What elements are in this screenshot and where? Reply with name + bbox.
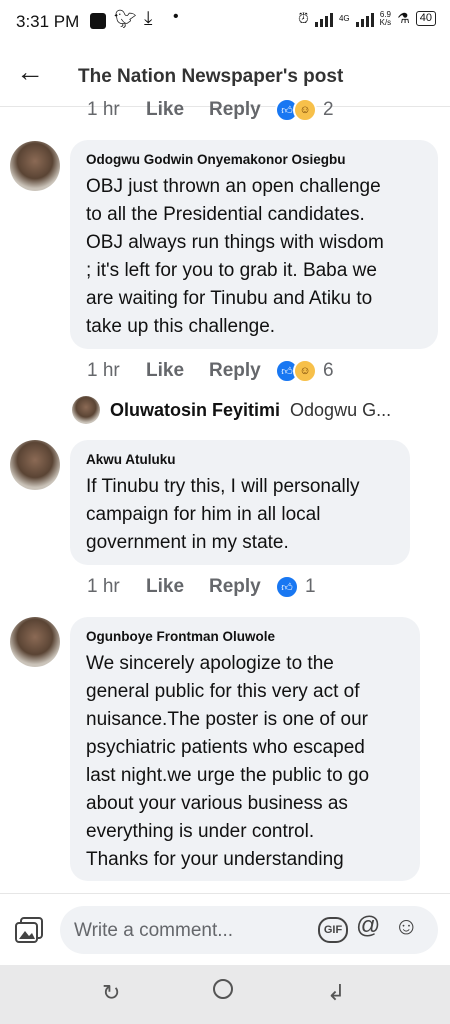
avatar (72, 396, 100, 424)
comment-line: general public for this very act of (86, 681, 360, 702)
comment-bubble: Akwu Atuluku If Tinubu try this, I will … (70, 440, 410, 565)
reply-button[interactable]: Reply (209, 100, 275, 121)
like-button[interactable]: Like (146, 360, 209, 382)
comment-text: OBJ just thrown an open challenge to all… (86, 173, 422, 341)
back-nav-icon[interactable]: ↲ (327, 980, 345, 1006)
signal-icon-2 (355, 11, 374, 27)
reaction-count: 2 (323, 99, 334, 120)
system-nav-bar: ↻ ↲ (0, 965, 450, 1024)
battery-icon: 40 (415, 11, 436, 26)
status-bar: 3:31 PM 🐦︎ ⤓ • ⏰︎ 4G 6.9 K/s ⚗︎ 40 (0, 0, 450, 44)
reactions[interactable]: 👍︎ ☺︎ (275, 100, 317, 122)
comment-line: OBJ always run things with wisdom (86, 232, 384, 253)
comment-author[interactable]: Akwu Atuluku (86, 452, 394, 467)
status-time: 3:31 PM (16, 12, 80, 31)
comment-line: about your various business as (86, 793, 348, 814)
twitter-icon: 🐦︎ (114, 9, 137, 29)
like-button[interactable]: Like (146, 100, 209, 121)
comment-line: Thanks for your understanding (86, 849, 344, 870)
comment-line: campaign for him in all local (86, 504, 321, 525)
comment-time: 1 hr (87, 360, 120, 381)
comment-line: If Tinubu try this, I will personally (86, 476, 360, 497)
network-type: 4G (338, 13, 350, 23)
like-reaction-icon: 👍︎ (275, 575, 299, 599)
reply-button[interactable]: Reply (209, 576, 275, 598)
app-header: ← The Nation Newspaper's post (0, 44, 450, 107)
reply-snippet: Odogwu G... (290, 399, 392, 420)
comment-author[interactable]: Odogwu Godwin Onyemakonor Osiegbu (86, 152, 422, 167)
reply-button[interactable]: Reply (209, 360, 275, 382)
notification-app-icon (90, 13, 106, 29)
comment-line: nuisance.The poster is one of our (86, 709, 369, 730)
download-icon: ⤓ (144, 8, 153, 29)
comment-line: government in my state. (86, 532, 289, 553)
home-icon[interactable] (213, 979, 233, 999)
comment-time: 1 hr (87, 576, 120, 597)
reply-preview[interactable]: Oluwatosin Feyitimi Odogwu G... (72, 396, 432, 424)
comment-bubble: Ogunboye Frontman Oluwole We sincerely a… (70, 617, 420, 881)
comment-author[interactable]: Ogunboye Frontman Oluwole (86, 629, 404, 644)
comment-line: psychiatric patients who escaped (86, 737, 365, 758)
reactions[interactable]: 👍︎ (275, 575, 299, 599)
notification-dot-icon: • (173, 8, 179, 25)
comment-line: everything is under control. (86, 821, 315, 842)
photo-icon[interactable] (14, 916, 44, 944)
avatar[interactable] (10, 617, 60, 667)
comment-actions: 1 hr Like Reply 👍︎ 1 (87, 575, 316, 599)
comment-line: ; it's left for you to grab it. Baba we (86, 260, 377, 281)
status-right-group: ⏰︎ 4G 6.9 K/s ⚗︎ 40 (298, 10, 436, 27)
comment-line: last night.we urge the public to go (86, 765, 370, 786)
back-arrow-icon[interactable]: ← (16, 56, 44, 88)
haha-reaction-icon: ☺︎ (293, 359, 317, 383)
comment-line: OBJ just thrown an open challenge (86, 176, 381, 197)
comment-text: We sincerely apologize to the general pu… (86, 650, 404, 874)
comment-composer: Write a comment... GIF @ ☺︎ (0, 893, 450, 966)
reply-author: Oluwatosin Feyitimi (110, 399, 281, 420)
reaction-count: 1 (305, 576, 316, 597)
reaction-count: 6 (323, 360, 334, 381)
avatar[interactable] (10, 440, 60, 490)
alarm-icon: ⏰︎ (298, 10, 309, 26)
like-button[interactable]: Like (146, 576, 209, 598)
comment-line: to all the Presidential candidates. (86, 204, 365, 225)
recent-apps-icon[interactable]: ↻ (102, 980, 120, 1006)
gif-button[interactable]: GIF (318, 917, 348, 943)
comment-bubble: Odogwu Godwin Onyemakonor Osiegbu OBJ ju… (70, 140, 438, 349)
signal-icon (314, 11, 333, 27)
comment-placeholder: Write a comment... (74, 920, 234, 941)
avatar[interactable] (10, 141, 60, 191)
comment-time: 1 hr (87, 99, 120, 120)
comment-text: If Tinubu try this, I will personally ca… (86, 473, 394, 557)
haha-reaction-icon: ☺︎ (293, 100, 317, 122)
emoji-icon[interactable]: ☺︎ (394, 913, 419, 941)
flask-icon: ⚗︎ (397, 10, 410, 26)
comment-input[interactable]: Write a comment... GIF @ ☺︎ (60, 906, 438, 954)
comment-line: take up this challenge. (86, 316, 276, 337)
page-title: The Nation Newspaper's post (78, 66, 344, 87)
mention-icon[interactable]: @ (356, 912, 380, 940)
comment-line: We sincerely apologize to the (86, 653, 334, 674)
network-speed: 6.9 K/s (379, 9, 392, 27)
comment-line: are waiting for Tinubu and Atiku to (86, 288, 373, 309)
comment-actions: 1 hr Like Reply 👍︎ ☺︎ 6 (87, 359, 334, 383)
reactions[interactable]: 👍︎ ☺︎ (275, 359, 317, 383)
